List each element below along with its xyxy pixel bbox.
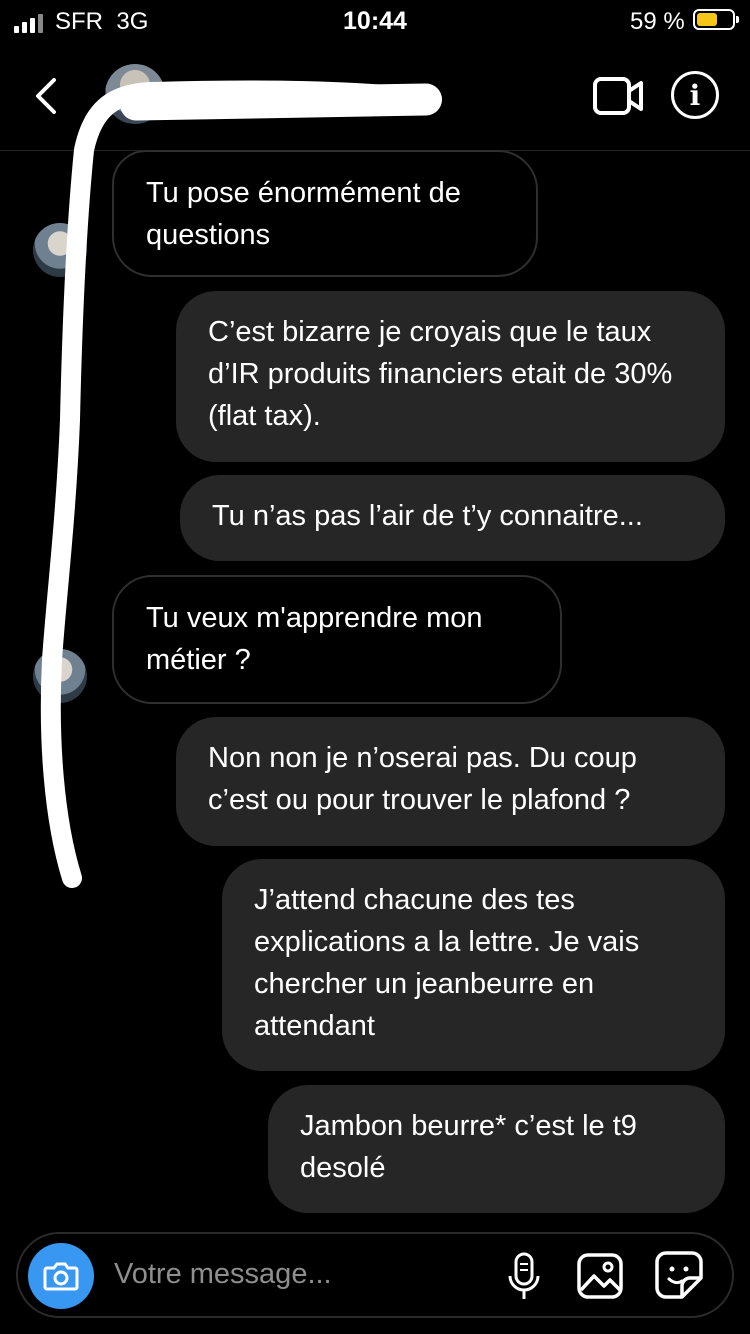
back-button[interactable] — [28, 74, 68, 118]
sender-avatar[interactable] — [33, 649, 87, 703]
microphone-icon — [508, 1252, 540, 1299]
message-text: J’attend chacune des tes explications a … — [254, 884, 640, 1042]
status-bar: SFR 3G 10:44 59 % — [0, 0, 750, 44]
chevron-left-icon — [36, 78, 56, 114]
battery-percent: 59 % — [630, 8, 685, 35]
message-outgoing[interactable]: Tu n’as pas l’air de t’y connaitre... — [180, 475, 725, 561]
message-outgoing[interactable]: Non non je n’oserai pas. Du coup c’est o… — [176, 717, 725, 846]
camera-button[interactable] — [28, 1243, 94, 1309]
sticker-button[interactable] — [654, 1250, 704, 1300]
redacted-contact-name — [119, 83, 443, 121]
battery-fill — [697, 13, 718, 26]
gallery-button[interactable] — [576, 1252, 624, 1300]
message-text: C’est bizarre je croyais que le taux d’I… — [208, 316, 673, 432]
sticker-icon — [655, 1251, 703, 1299]
video-call-button[interactable] — [592, 76, 644, 116]
chat-header: i — [0, 44, 750, 150]
message-outgoing[interactable]: J’attend chacune des tes explications a … — [222, 859, 725, 1071]
message-text: Tu pose énormément de questions — [146, 177, 461, 251]
sender-avatar[interactable] — [33, 223, 87, 277]
message-text: Tu veux m'apprendre mon métier ? — [146, 602, 483, 676]
message-outgoing[interactable]: Jambon beurre* c’est le t9 desolé — [268, 1085, 725, 1213]
camera-icon — [43, 1262, 79, 1291]
message-text: Non non je n’oserai pas. Du coup c’est o… — [208, 742, 637, 816]
message-text: Jambon beurre* c’est le t9 desolé — [300, 1110, 637, 1184]
message-outgoing[interactable]: C’est bizarre je croyais que le taux d’I… — [176, 291, 725, 462]
info-icon: i — [689, 78, 701, 112]
message-input[interactable]: Votre message... — [114, 1258, 332, 1291]
video-call-icon — [593, 77, 643, 115]
message-incoming[interactable]: Tu pose énormément de questions — [112, 150, 538, 277]
message-text: Tu n’as pas l’air de t’y connaitre... — [212, 500, 643, 532]
microphone-button[interactable] — [506, 1252, 542, 1302]
message-incoming[interactable]: Tu veux m'apprendre mon métier ? — [112, 575, 562, 704]
info-button[interactable]: i — [671, 71, 719, 119]
message-composer: Votre message... — [16, 1232, 734, 1318]
gallery-icon — [577, 1253, 623, 1299]
battery-icon — [693, 9, 739, 30]
